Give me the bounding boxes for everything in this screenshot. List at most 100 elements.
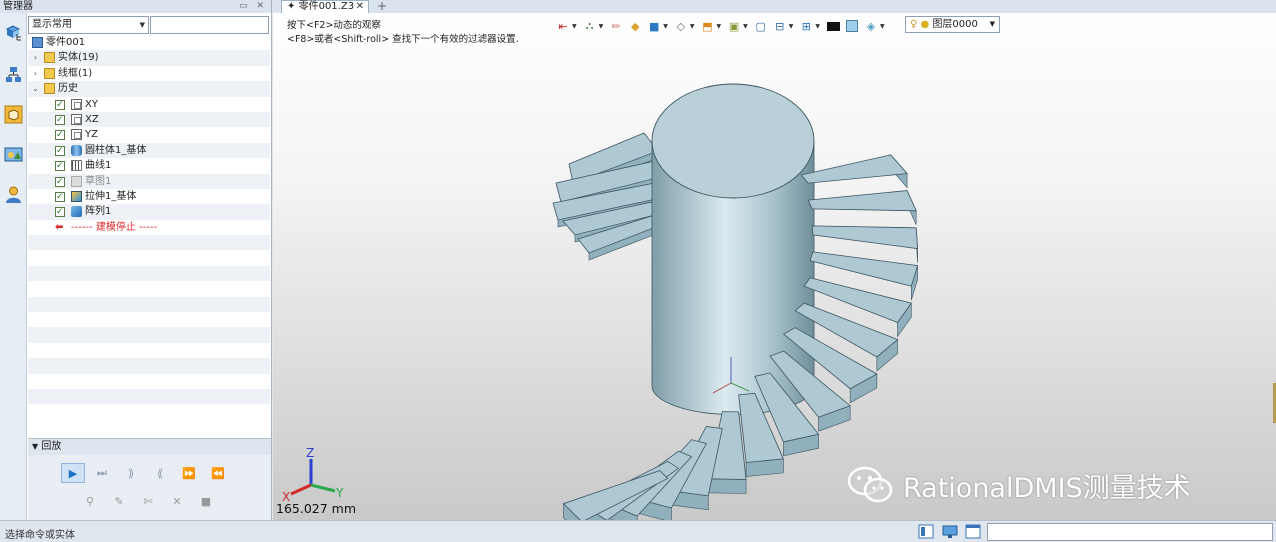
stair-step-side[interactable] <box>707 478 747 494</box>
step-forward-icon[interactable]: ⟫ <box>119 463 143 483</box>
document-tab-bar: ✦ 零件001.Z3 ✕ + <box>273 0 1276 13</box>
expander-icon[interactable]: › <box>31 50 40 65</box>
datum-plane-icon <box>71 113 82 125</box>
feature-checkbox[interactable] <box>55 144 65 159</box>
hint-line-1: 按下<F2>动态的观察 <box>287 20 381 31</box>
color-blue-icon[interactable] <box>844 18 860 34</box>
tree-item[interactable]: ⌄ 历史 <box>28 81 270 97</box>
history-tree-icon[interactable] <box>4 23 23 42</box>
insert-icon[interactable]: ✄ <box>136 491 160 511</box>
sketch-icon <box>71 175 82 187</box>
rewind-icon[interactable]: ⏪ <box>206 463 230 483</box>
model-scene[interactable]: ZX Y <box>273 13 1276 520</box>
tree-item[interactable]: XY <box>28 97 270 113</box>
filter-dropdown[interactable]: 显示常用 ▼ <box>28 16 149 34</box>
command-input[interactable] <box>987 523 1273 541</box>
expander-icon[interactable]: › <box>31 66 40 81</box>
tree-item-label: YZ <box>85 129 98 141</box>
user-icon[interactable] <box>4 185 23 204</box>
tree-item-label: XZ <box>85 113 99 125</box>
layer-value: 图层0000 <box>932 19 978 30</box>
wire-cube-icon[interactable]: ◇ <box>673 18 689 34</box>
stop-arrow-icon[interactable]: ⬅ <box>55 220 63 235</box>
tree-item[interactable]: 拉伸1_基体 <box>28 189 270 205</box>
folder-icon <box>44 83 55 95</box>
feature-checkbox[interactable] <box>55 128 65 143</box>
tree-item[interactable]: 曲线1 <box>28 158 270 174</box>
window-icon[interactable] <box>965 524 981 539</box>
extrude-icon <box>71 190 82 202</box>
close-icon[interactable]: ✕ <box>356 1 364 13</box>
tree-item[interactable]: YZ <box>28 127 270 143</box>
cube-icon[interactable]: ■ <box>646 18 662 34</box>
tree-item-label: 拉伸1_基体 <box>85 190 137 202</box>
part-view-icon[interactable] <box>4 105 23 124</box>
stair-step[interactable] <box>811 225 919 250</box>
zoom-window-icon[interactable]: ▢ <box>753 18 769 34</box>
tab-part001[interactable]: ✦ 零件001.Z3 ✕ <box>281 0 369 13</box>
grid-icon[interactable]: ⊞ <box>798 18 814 34</box>
feature-checkbox[interactable] <box>55 175 65 190</box>
stair-step[interactable] <box>809 251 919 287</box>
tab-pin-icon: ✦ <box>287 1 296 12</box>
suppress-icon[interactable]: ■ <box>194 491 218 511</box>
delete-icon[interactable]: ✕ <box>165 491 189 511</box>
tree-item[interactable]: › 线框(1) <box>28 66 270 81</box>
feature-checkbox[interactable] <box>55 190 65 205</box>
manager-title: 管理器 <box>3 1 33 12</box>
color-black-icon[interactable] <box>825 18 841 34</box>
monitor-icon[interactable] <box>942 524 958 539</box>
edit-pen-icon[interactable]: ✎ <box>107 491 131 511</box>
feature-checkbox[interactable] <box>55 159 65 174</box>
tree-root[interactable]: 零件001 <box>28 35 270 50</box>
feature-checkbox[interactable] <box>55 205 65 220</box>
save-view-icon[interactable]: ⊟ <box>772 18 788 34</box>
status-text: 选择命令或实体 <box>5 530 75 541</box>
link-icon[interactable]: ⚲ <box>78 491 102 511</box>
cylinder-icon <box>71 144 82 156</box>
stair-step[interactable] <box>800 154 908 184</box>
axis-y-line[interactable] <box>310 483 336 493</box>
render-icon[interactable]: ▣ <box>726 18 742 34</box>
shade-icon[interactable]: ◆ <box>627 18 643 34</box>
view-orient-icon[interactable]: ⬒ <box>700 18 716 34</box>
expander-icon[interactable]: ⌄ <box>31 81 40 96</box>
history-tree: 零件001 › 实体(19) › 线框(1) ⌄ 历史 XY XZ YZ 圆柱体1_基体曲线1 草图… <box>28 35 270 435</box>
manager-title-bar: 管理器 ▭ ✕ <box>0 0 271 13</box>
new-tab-button[interactable]: + <box>377 0 387 13</box>
tree-root-label: 零件001 <box>46 37 86 48</box>
layer-style-icon[interactable]: ◈ <box>863 18 879 34</box>
scale-readout: 165.027 mm <box>276 501 357 516</box>
step-back-icon[interactable]: ⟪ <box>148 463 172 483</box>
tree-item[interactable]: XZ <box>28 111 270 128</box>
tab-label: 零件001.Z3 <box>298 1 355 12</box>
playback-header[interactable]: ▼ 回放 <box>28 438 271 455</box>
feature-checkbox[interactable] <box>55 113 65 128</box>
panel-controls[interactable]: ▭ ✕ <box>239 0 267 13</box>
tree-item-label: 阵列1 <box>85 206 112 218</box>
feature-checkbox[interactable] <box>55 98 65 113</box>
view-manager-icon[interactable] <box>4 145 23 164</box>
play-icon[interactable]: ▶ <box>61 463 85 483</box>
pen-icon[interactable]: ✏ <box>608 18 624 34</box>
filter-search-input[interactable] <box>150 16 269 34</box>
tree-item[interactable]: 阵列1 <box>28 204 270 220</box>
cylinder-top-face[interactable] <box>651 83 815 199</box>
exit-icon[interactable]: ⇤ <box>555 18 571 34</box>
stair-step[interactable] <box>807 190 917 212</box>
tree-item[interactable]: 圆柱体1_基体 <box>28 142 270 159</box>
layer-dropdown[interactable]: ♀ ● 图层0000 ▼ <box>905 16 1000 33</box>
axis-x-line[interactable] <box>290 483 312 496</box>
fast-forward-icon[interactable]: ⏩ <box>177 463 201 483</box>
assembly-icon[interactable] <box>4 65 23 84</box>
graphics-viewport[interactable]: ZXY 按下<F2>动态的观察 <F8>或者<Shift-roll> 查找下一个… <box>273 13 1276 520</box>
layout-icon[interactable] <box>918 524 934 539</box>
tree-item[interactable]: 草图1 <box>28 173 270 190</box>
tree-item[interactable]: ⬅ ------ 建模停止 ----- <box>28 220 270 235</box>
tree-item-label: 历史 <box>58 83 78 95</box>
step-end-icon[interactable]: ⏭ <box>90 463 114 483</box>
tree-item[interactable]: › 实体(19) <box>28 50 270 66</box>
filter-icon[interactable]: ⛬ <box>582 18 598 34</box>
rollback-stop-label: ------ 建模停止 ----- <box>71 221 158 233</box>
manager-panel: 管理器 ▭ ✕ 显示常用 ▼ 零件001 › 实体(19) › 线框(1) ⌄ … <box>0 0 272 520</box>
